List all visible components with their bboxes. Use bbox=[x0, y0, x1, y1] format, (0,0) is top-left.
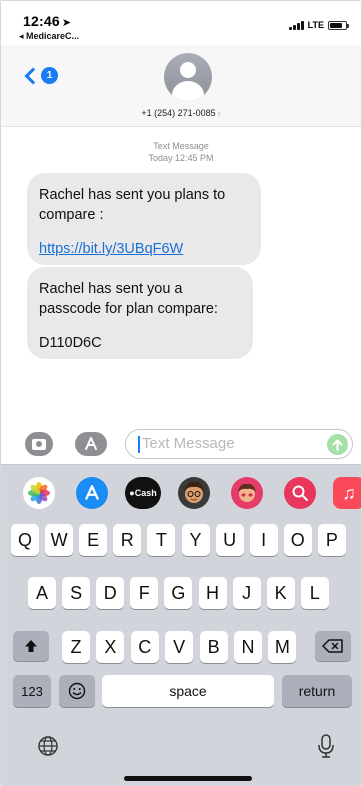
shift-key[interactable] bbox=[13, 631, 49, 661]
numbers-key[interactable]: 123 bbox=[13, 675, 51, 707]
unread-badge: 1 bbox=[41, 67, 58, 84]
key-r[interactable]: R bbox=[113, 524, 142, 556]
conversation-header: 1 +1 (254) 271-0085 › bbox=[1, 45, 361, 127]
animoji-app-icon[interactable] bbox=[231, 477, 263, 509]
message-type-label: Text Message bbox=[153, 141, 209, 151]
status-time-text: 12:46 bbox=[23, 13, 60, 29]
photos-app-icon[interactable] bbox=[23, 477, 55, 509]
key-w[interactable]: W bbox=[45, 524, 74, 556]
key-y[interactable]: Y bbox=[181, 524, 210, 556]
messages-screen: 12:46 ➤ ◂ MedicareC... LTE 1 +1 (254) 271… bbox=[0, 0, 362, 786]
image-search-app-icon[interactable] bbox=[284, 477, 316, 509]
apple-cash-label-text: Cash bbox=[134, 488, 157, 498]
memoji-app-icon[interactable] bbox=[178, 477, 210, 509]
key-u[interactable]: U bbox=[215, 524, 244, 556]
home-indicator[interactable] bbox=[124, 776, 252, 781]
key-s[interactable]: S bbox=[62, 577, 91, 609]
chevron-left-icon bbox=[24, 67, 42, 84]
message-input-placeholder: Text Message bbox=[142, 435, 235, 452]
apple-cash-app-icon[interactable]: ●Cash bbox=[125, 477, 161, 509]
key-z[interactable]: Z bbox=[62, 631, 90, 663]
key-c[interactable]: C bbox=[130, 631, 159, 663]
message-text: Rachel has sent you plans to compare : bbox=[39, 187, 226, 223]
key-o[interactable]: O bbox=[283, 524, 312, 556]
delete-key[interactable] bbox=[315, 631, 351, 661]
key-q[interactable]: Q bbox=[11, 524, 39, 556]
emoji-key[interactable] bbox=[59, 675, 95, 707]
location-arrow-icon: ➤ bbox=[61, 17, 72, 29]
emoji-smiley-icon bbox=[68, 682, 86, 700]
app-store-letter-icon bbox=[85, 485, 99, 500]
status-time: 12:46 ➤ bbox=[23, 13, 71, 29]
shift-arrow-icon bbox=[25, 640, 37, 652]
magnifier-icon bbox=[292, 485, 308, 501]
key-i[interactable]: I bbox=[249, 524, 278, 556]
return-key[interactable]: return bbox=[282, 675, 352, 707]
message-bubble[interactable]: Rachel has sent you a passcode for plan … bbox=[27, 267, 253, 359]
avatar-body bbox=[172, 81, 204, 101]
message-bubble[interactable]: Rachel has sent you plans to compare : h… bbox=[27, 173, 261, 265]
status-indicators: LTE bbox=[288, 20, 349, 30]
key-t[interactable]: T bbox=[147, 524, 176, 556]
photos-icon bbox=[28, 482, 50, 504]
key-m[interactable]: M bbox=[268, 631, 297, 663]
message-text: Rachel has sent you a passcode for plan … bbox=[39, 281, 218, 317]
arrow-up-icon bbox=[332, 439, 343, 451]
music-app-icon[interactable]: ♫ bbox=[333, 477, 361, 509]
imessage-app-drawer: ●Cash ♫ bbox=[1, 464, 361, 518]
text-cursor bbox=[138, 436, 140, 453]
key-p[interactable]: P bbox=[317, 524, 346, 556]
key-a[interactable]: A bbox=[28, 577, 56, 609]
compose-bar: Text Message bbox=[1, 424, 361, 464]
backspace-icon bbox=[322, 639, 343, 653]
memoji-face-icon bbox=[184, 481, 204, 503]
camera-button[interactable] bbox=[25, 432, 53, 456]
back-to-app-link[interactable]: ◂ MedicareC... bbox=[19, 31, 79, 42]
app-store-app-icon[interactable] bbox=[76, 477, 108, 509]
key-j[interactable]: J bbox=[232, 577, 261, 609]
key-x[interactable]: X bbox=[96, 631, 125, 663]
key-g[interactable]: G bbox=[164, 577, 193, 609]
passcode-text: D110D6C bbox=[39, 335, 102, 351]
key-k[interactable]: K bbox=[266, 577, 295, 609]
key-v[interactable]: V bbox=[165, 631, 194, 663]
key-h[interactable]: H bbox=[198, 577, 227, 609]
key-d[interactable]: D bbox=[96, 577, 125, 609]
app-store-icon bbox=[85, 437, 97, 450]
chevron-right-icon: › bbox=[217, 108, 221, 118]
battery-level bbox=[330, 22, 342, 28]
camera-icon bbox=[32, 438, 46, 450]
microphone-icon[interactable] bbox=[317, 733, 335, 764]
send-button[interactable] bbox=[327, 434, 348, 455]
message-link[interactable]: https://bit.ly/3UBqF6W bbox=[39, 241, 183, 257]
signal-bars-icon bbox=[288, 20, 304, 30]
key-f[interactable]: F bbox=[130, 577, 159, 609]
key-e[interactable]: E bbox=[79, 524, 108, 556]
keyboard: 123 space return QWERTYUIOP ASDF G H J K … bbox=[1, 518, 361, 785]
network-type: LTE bbox=[307, 20, 324, 30]
message-timestamp: Today 12:45 PM bbox=[148, 153, 214, 163]
music-note-icon: ♫ bbox=[342, 482, 356, 503]
animoji-face-icon bbox=[238, 483, 256, 502]
space-key[interactable]: space bbox=[102, 675, 274, 707]
key-l[interactable]: L bbox=[300, 577, 329, 609]
message-input[interactable]: Text Message bbox=[125, 429, 353, 459]
key-b[interactable]: B bbox=[199, 631, 228, 663]
contact-number-text: +1 (254) 271-0085 bbox=[141, 108, 216, 118]
battery-icon bbox=[328, 20, 349, 30]
app-store-button[interactable] bbox=[75, 432, 107, 456]
globe-icon[interactable] bbox=[37, 735, 59, 762]
apple-cash-label: ●Cash bbox=[129, 488, 156, 498]
key-n[interactable]: N bbox=[234, 631, 262, 663]
avatar-head bbox=[180, 62, 196, 78]
contact-avatar[interactable] bbox=[164, 53, 212, 101]
contact-number[interactable]: +1 (254) 271-0085 › bbox=[1, 108, 361, 118]
status-bar: 12:46 ➤ ◂ MedicareC... LTE bbox=[1, 1, 361, 45]
back-button[interactable]: 1 bbox=[23, 67, 58, 84]
